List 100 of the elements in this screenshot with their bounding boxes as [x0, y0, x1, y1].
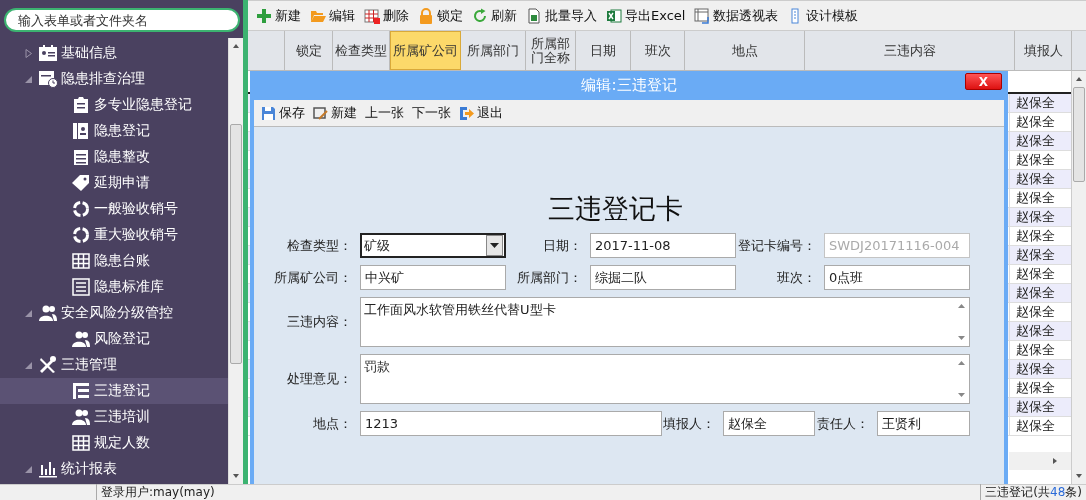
excel-icon	[606, 7, 622, 24]
contact-icon	[71, 122, 91, 140]
column-header[interactable]: 班次	[631, 31, 685, 70]
horizontal-scrollbar[interactable]	[1009, 452, 1071, 470]
toolbar-button[interactable]: 锁定	[414, 4, 467, 27]
expanded-triangle-icon[interactable]	[25, 74, 33, 84]
tag-icon	[71, 174, 91, 192]
tree-item[interactable]: 重大验收销号	[0, 222, 228, 248]
column-header[interactable]: 锁定	[285, 31, 333, 70]
toolbar-button[interactable]: 保存	[257, 102, 309, 124]
toolbar-button[interactable]: 退出	[455, 102, 507, 124]
toolbar-button[interactable]: 编辑	[306, 4, 359, 27]
scroll-down-icon[interactable]	[958, 336, 965, 340]
table-icon	[71, 434, 91, 452]
griddel-icon	[364, 7, 380, 24]
column-header[interactable]: 地点	[685, 31, 805, 70]
status-text: 登录用户:may(may)	[96, 484, 215, 500]
toolbar-button[interactable]: 导出Excel	[602, 4, 690, 27]
calclock-icon	[38, 70, 58, 88]
scroll-right-icon[interactable]	[1053, 458, 1057, 464]
tree-icon	[71, 382, 91, 400]
save-icon	[261, 105, 276, 121]
list-icon	[71, 278, 91, 296]
input-field[interactable]: 1213	[360, 411, 662, 436]
tree-item[interactable]: 延期申请	[0, 170, 228, 196]
tree-item[interactable]: 基础信息	[0, 40, 228, 66]
toolbar-button[interactable]: 下一张	[408, 102, 455, 124]
expanded-triangle-icon[interactable]	[25, 464, 33, 474]
column-header[interactable]: 所属矿公司	[390, 31, 461, 70]
tree-item[interactable]: 隐患整改	[0, 144, 228, 170]
table-icon	[71, 252, 91, 270]
text-area[interactable]: 罚款	[360, 354, 970, 404]
plus-icon	[256, 7, 272, 24]
tree-item[interactable]: 一般验收销号	[0, 196, 228, 222]
expanded-triangle-icon[interactable]	[25, 308, 33, 318]
tree-item[interactable]: 三违管理	[0, 352, 228, 378]
input-field[interactable]: 王贤利	[877, 411, 970, 436]
toolbar-button[interactable]: 数据透视表	[690, 4, 783, 27]
idcard-icon	[38, 44, 58, 62]
tree-item[interactable]: 安全风险分级管控	[0, 300, 228, 326]
input-field[interactable]: 2017-11-08	[590, 233, 736, 258]
ring-icon	[71, 200, 91, 218]
tree-item[interactable]: 隐患排查治理	[0, 66, 228, 92]
scrollbar[interactable]	[1071, 71, 1086, 484]
close-button[interactable]: X	[965, 73, 1002, 90]
scroll-up-icon[interactable]	[233, 44, 239, 48]
column-header[interactable]: 所属部门全称	[526, 31, 576, 70]
tree-item[interactable]: 隐患台账	[0, 248, 228, 274]
toolbar-button[interactable]: 刷新	[468, 4, 521, 27]
tree-item[interactable]: 三违培训	[0, 404, 228, 430]
status-text: 三违登记(共48条)	[980, 484, 1086, 500]
toolbar-button[interactable]: 新建	[252, 4, 305, 27]
field-label: 三违内容：	[286, 313, 353, 331]
column-header[interactable]: 所属部门	[461, 31, 526, 70]
field-label: 检查类型：	[286, 236, 353, 255]
tree-item[interactable]: 三违登记	[0, 378, 228, 404]
ring-icon	[71, 226, 91, 244]
users-icon	[38, 304, 58, 322]
field-label: 所属矿公司：	[273, 268, 353, 287]
tree-item[interactable]: 统计报表	[0, 456, 228, 482]
search-field[interactable]: 输入表单或者文件夹名	[4, 8, 240, 32]
field-label: 日期：	[542, 236, 583, 255]
input-field[interactable]: 0点班	[824, 265, 970, 290]
field-label: 地点：	[312, 414, 353, 433]
column-header[interactable]: 三违内容	[805, 31, 1015, 70]
column-header[interactable]: 日期	[576, 31, 631, 70]
tree-item[interactable]: 多专业隐患登记	[0, 92, 228, 118]
collapsed-triangle-icon[interactable]	[25, 48, 33, 58]
toolbar-button[interactable]: 新建	[309, 102, 361, 124]
column-header[interactable]: 填报人	[1015, 31, 1072, 70]
field-label: 登记卡编号：	[737, 236, 817, 255]
clipboard-icon	[71, 96, 91, 114]
dropdown[interactable]: 矿级	[360, 233, 506, 258]
input-field[interactable]: 综掘二队	[590, 265, 736, 290]
toolbar-button[interactable]: 批量导入	[522, 4, 601, 27]
scroll-up-icon[interactable]	[1076, 77, 1082, 81]
scroll-down-icon[interactable]	[1076, 474, 1082, 478]
tree-item[interactable]: 隐患登记	[0, 118, 228, 144]
toolbar-button[interactable]: 上一张	[361, 102, 408, 124]
expanded-triangle-icon[interactable]	[25, 360, 33, 370]
people-icon	[71, 330, 91, 348]
toolbar-button[interactable]: 设计模板	[783, 4, 863, 27]
field-label: 处理意见：	[286, 370, 353, 388]
tree-item[interactable]: 隐患标准库	[0, 274, 228, 300]
scroll-up-icon[interactable]	[958, 361, 965, 365]
scrollbar-thumb[interactable]	[230, 124, 242, 364]
lock-icon	[418, 7, 434, 24]
tree-item[interactable]: 风险登记	[0, 326, 228, 352]
chart-icon	[38, 460, 58, 478]
input-field[interactable]: 中兴矿	[360, 265, 506, 290]
scroll-down-icon[interactable]	[233, 474, 239, 478]
input-field[interactable]: 赵保全	[723, 411, 815, 436]
tree-item[interactable]: 规定人数	[0, 430, 228, 456]
field-label: 所属部门：	[516, 268, 583, 287]
field-label: 班次：	[776, 268, 817, 287]
scrollbar[interactable]	[228, 38, 243, 484]
doc-icon	[526, 7, 542, 24]
text-area[interactable]: 工作面风水软管用铁丝代替U型卡	[360, 297, 970, 347]
scrollbar-thumb[interactable]	[1073, 87, 1085, 182]
toolbar-button[interactable]: 删除	[360, 4, 413, 27]
